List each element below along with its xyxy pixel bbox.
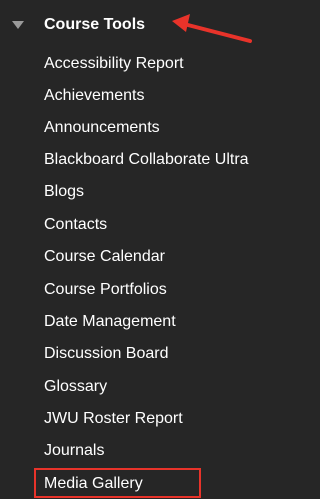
section-title: Course Tools xyxy=(44,16,146,33)
menu-item-achievements[interactable]: Achievements xyxy=(44,86,145,106)
menu-item-journals[interactable]: Journals xyxy=(44,441,104,461)
menu-item-date-management[interactable]: Date Management xyxy=(44,312,176,332)
menu-item-contacts[interactable]: Contacts xyxy=(44,215,107,235)
menu-item-media-gallery[interactable]: Media Gallery xyxy=(44,474,143,494)
menu-item-accessibility-report[interactable]: Accessibility Report xyxy=(44,54,184,74)
menu-item-blogs[interactable]: Blogs xyxy=(44,182,84,202)
course-menu-panel: Course Tools Accessibility Report Achiev… xyxy=(0,0,297,499)
menu-item-blackboard-collaborate-ultra[interactable]: Blackboard Collaborate Ultra xyxy=(44,150,249,170)
red-arrow-icon xyxy=(172,14,252,43)
menu-item-glossary[interactable]: Glossary xyxy=(44,377,107,397)
menu-item-announcements[interactable]: Announcements xyxy=(44,118,160,138)
menu-item-course-portfolios[interactable]: Course Portfolios xyxy=(44,280,167,300)
caret-down-icon[interactable] xyxy=(12,21,24,29)
menu-item-course-calendar[interactable]: Course Calendar xyxy=(44,247,165,267)
menu-item-jwu-roster-report[interactable]: JWU Roster Report xyxy=(44,409,183,429)
menu-item-discussion-board[interactable]: Discussion Board xyxy=(44,344,169,364)
